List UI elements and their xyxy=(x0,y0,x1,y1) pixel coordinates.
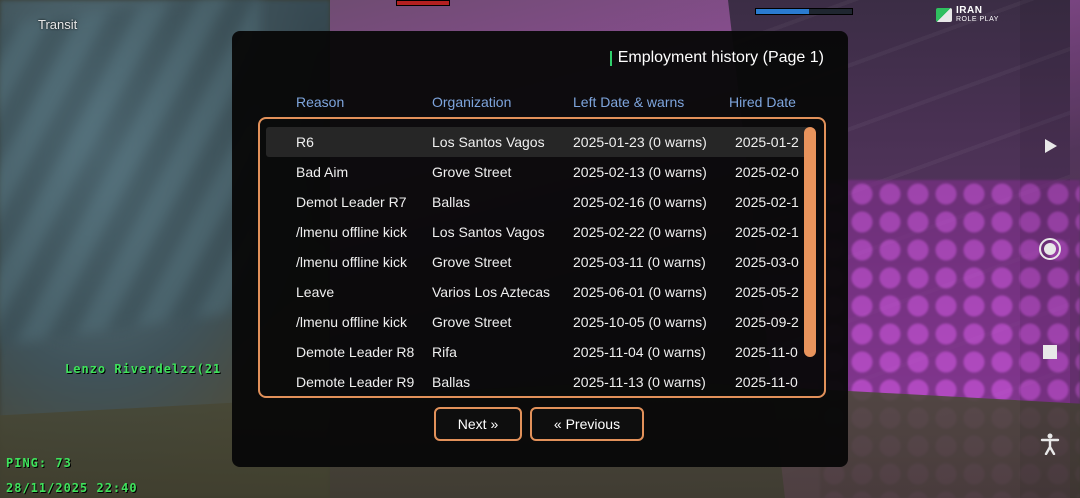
row-left-date: 2025-02-13 (0 warns) xyxy=(573,164,707,180)
table-row[interactable]: /lmenu offline kick Grove Street 2025-10-0… xyxy=(266,307,810,337)
row-reason: Demote Leader R8 xyxy=(296,344,415,360)
employment-history-dialog: Employment history (Page 1) Reason Organ… xyxy=(232,31,848,467)
row-organization: Grove Street xyxy=(432,254,512,270)
row-left-date: 2025-02-22 (0 warns) xyxy=(573,224,707,240)
row-hired-date: 2025-02-0 xyxy=(735,164,799,180)
row-left-date: 2025-01-23 (0 warns) xyxy=(573,134,707,150)
row-organization: Grove Street xyxy=(432,314,512,330)
row-reason: /lmenu offline kick xyxy=(296,224,408,240)
column-header-reason: Reason xyxy=(296,94,345,110)
record-icon[interactable] xyxy=(1036,235,1064,263)
previous-page-button[interactable]: « Previous xyxy=(530,407,644,441)
table-row[interactable]: Demote Leader R8 Rifa 2025-11-04 (0 warns)… xyxy=(266,337,810,367)
ping-readout: PING: 73 xyxy=(6,456,72,470)
play-icon[interactable] xyxy=(1036,132,1064,160)
row-reason: Demot Leader R7 xyxy=(296,194,407,210)
row-reason: R6 xyxy=(296,134,314,150)
row-hired-date: 2025-02-1 xyxy=(735,194,799,210)
logo-text: IRAN ROLE PLAY xyxy=(956,6,999,24)
column-header-left-date: Left Date & warns xyxy=(573,94,685,110)
row-organization: Los Santos Vagos xyxy=(432,134,545,150)
row-left-date: 2025-03-11 (0 warns) xyxy=(573,254,706,270)
row-organization: Los Santos Vagos xyxy=(432,224,545,240)
row-hired-date: 2025-02-1 xyxy=(735,224,799,240)
stop-icon[interactable] xyxy=(1036,338,1064,366)
logo-line2: ROLE PLAY xyxy=(956,16,999,23)
row-left-date: 2025-11-13 (0 warns) xyxy=(573,374,706,390)
datetime-readout: 28/11/2025 22:40 xyxy=(6,481,138,495)
row-reason: /lmenu offline kick xyxy=(296,314,408,330)
row-reason: Demote Leader R9 xyxy=(296,374,415,390)
server-logo: IRAN ROLE PLAY xyxy=(936,6,999,24)
row-left-date: 2025-10-05 (0 warns) xyxy=(573,314,707,330)
row-organization: Varios Los Aztecas xyxy=(432,284,551,300)
next-page-button[interactable]: Next » xyxy=(434,407,522,441)
table-row[interactable]: R6 Los Santos Vagos 2025-01-23 (0 warns) 20… xyxy=(266,127,810,157)
history-list[interactable]: R6 Los Santos Vagos 2025-01-23 (0 warns) 20… xyxy=(258,117,826,398)
billboard xyxy=(0,0,260,352)
armor-bar-fill xyxy=(756,9,809,14)
player-nametag: Lenzo Riverdelzz(21 xyxy=(65,362,222,376)
row-organization: Ballas xyxy=(432,374,471,390)
column-header-hired-date: Hired Date xyxy=(729,94,796,110)
logo-mark xyxy=(936,8,952,22)
table-row[interactable]: Leave Varios Los Aztecas 2025-06-01 (0 war… xyxy=(266,277,810,307)
row-left-date: 2025-02-16 (0 warns) xyxy=(573,194,707,210)
table-row[interactable]: Demote Leader R9 Ballas 2025-11-13 (0 warn… xyxy=(266,367,810,396)
table-row[interactable]: /lmenu offline kick Grove Street 2025-03-1… xyxy=(266,247,810,277)
row-hired-date: 2025-11-0 xyxy=(735,374,798,390)
row-organization: Ballas xyxy=(432,194,471,210)
title-accent-bar xyxy=(609,50,612,66)
row-organization: Grove Street xyxy=(432,164,512,180)
column-header-organization: Organization xyxy=(432,94,512,110)
row-hired-date: 2025-11-0 xyxy=(735,344,798,360)
table-row[interactable]: Bad Aim Grove Street 2025-02-13 (0 warns) 2… xyxy=(266,157,810,187)
row-hired-date: 2025-01-2 xyxy=(735,134,799,150)
row-reason: Bad Aim xyxy=(296,164,349,180)
list-scrollbar[interactable] xyxy=(804,127,816,357)
row-organization: Rifa xyxy=(432,344,457,360)
dialog-title-text: Employment history (Page 1) xyxy=(617,49,824,66)
row-hired-date: 2025-05-2 xyxy=(735,284,799,300)
accessibility-icon[interactable] xyxy=(1036,430,1064,458)
table-header: Reason Organization Left Date & warns Hi… xyxy=(232,94,848,112)
row-reason: /lmenu offline kick xyxy=(296,254,408,270)
row-hired-date: 2025-03-0 xyxy=(735,254,799,270)
location-label: Transit xyxy=(38,17,78,32)
table-row[interactable]: Demot Leader R7 Ballas 2025-02-16 (0 warns… xyxy=(266,187,810,217)
row-reason: Leave xyxy=(296,284,335,300)
row-left-date: 2025-06-01 (0 warns) xyxy=(573,284,707,300)
row-hired-date: 2025-09-2 xyxy=(735,314,799,330)
armor-bar xyxy=(755,8,853,15)
health-bar xyxy=(396,0,450,6)
table-row[interactable]: /lmenu offline kick Los Santos Vagos 2025-… xyxy=(266,217,810,247)
dialog-title: Employment history (Page 1) xyxy=(609,49,824,67)
row-left-date: 2025-11-04 (0 warns) xyxy=(573,344,706,360)
